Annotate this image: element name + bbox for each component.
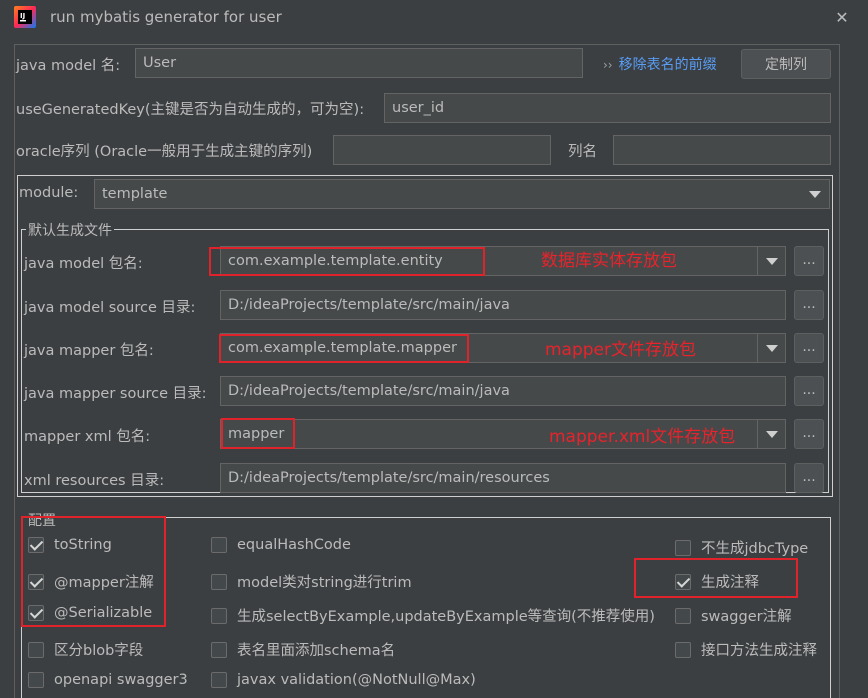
- checkbox-box: [211, 641, 227, 658]
- java-model-name-label: java model 名:: [16, 58, 121, 74]
- intellij-app-icon: IJ: [14, 6, 36, 28]
- note-entity-package: 数据库实体存放包: [541, 251, 677, 271]
- window-title: run mybatis generator for user: [50, 8, 282, 26]
- mapper-annotation-checkbox[interactable]: @mapper注解: [28, 571, 154, 592]
- remove-prefix-link-text: 移除表名的前缀: [618, 57, 717, 73]
- checkbox-box: [28, 672, 44, 688]
- checkbox-box: [675, 641, 691, 658]
- use-generated-key-input[interactable]: user_id: [384, 93, 831, 123]
- java-mapper-package-label: java mapper 包名:: [24, 343, 154, 359]
- interface-comments-checkbox[interactable]: 接口方法生成注释: [675, 639, 817, 660]
- note-mapper-xml-package: mapper.xml文件存放包: [549, 427, 736, 447]
- java-model-package-select[interactable]: com.example.template.entity: [220, 246, 786, 276]
- checkbox-box: [675, 573, 691, 590]
- select-by-example-checkbox[interactable]: 生成selectByExample,updateByExample等查询(不推荐…: [211, 605, 655, 626]
- tostring-label: toString: [54, 537, 112, 553]
- checkbox-box: [211, 573, 227, 590]
- java-model-package-label: java model 包名:: [24, 256, 143, 272]
- java-model-source-input[interactable]: D:/ideaProjects/template/src/main/java: [220, 290, 786, 320]
- chevron-down-icon: [765, 430, 778, 438]
- note-mapper-package: mapper文件存放包: [545, 340, 697, 360]
- module-select-arrow[interactable]: [801, 180, 829, 208]
- schema-name-label: 表名里面添加schema名: [237, 643, 396, 659]
- no-jdbctype-checkbox[interactable]: 不生成jdbcType: [675, 537, 808, 558]
- module-label: module:: [19, 185, 79, 201]
- chevron-down-icon: [765, 344, 778, 352]
- java-mapper-source-browse-button[interactable]: ...: [794, 376, 824, 406]
- remove-table-prefix-link[interactable]: ›› 移除表名的前缀: [603, 54, 717, 74]
- java-model-package-value: com.example.template.entity: [228, 253, 443, 269]
- java-mapper-source-label: java mapper source 目录:: [24, 386, 207, 402]
- java-mapper-package-arrow[interactable]: [757, 334, 785, 362]
- xml-resources-label: xml resources 目录:: [24, 473, 165, 489]
- swagger-annotation-checkbox[interactable]: swagger注解: [675, 605, 792, 626]
- equalhashcode-label: equalHashCode: [237, 537, 351, 553]
- checkbox-box: [211, 672, 227, 688]
- string-trim-checkbox[interactable]: model类对string进行trim: [211, 571, 412, 592]
- column-name-label: 列名: [568, 144, 597, 160]
- mapper-annotation-label: @mapper注解: [54, 575, 154, 591]
- chevron-down-icon: [765, 257, 778, 265]
- column-name-input[interactable]: [613, 135, 831, 165]
- checkbox-box: [211, 537, 227, 553]
- checkbox-box: [28, 641, 44, 658]
- java-mapper-package-select[interactable]: com.example.template.mapper: [220, 333, 786, 363]
- java-model-source-label: java model source 目录:: [24, 300, 196, 316]
- java-model-package-browse-button[interactable]: ...: [794, 246, 824, 276]
- java-mapper-package-browse-button[interactable]: ...: [794, 333, 824, 363]
- interface-comments-label: 接口方法生成注释: [701, 643, 817, 659]
- chevron-down-icon: [809, 190, 821, 198]
- close-icon[interactable]: ✕: [832, 8, 852, 28]
- generate-comments-checkbox[interactable]: 生成注释: [675, 571, 759, 592]
- openapi-swagger3-label: openapi swagger3: [54, 672, 188, 688]
- schema-name-checkbox[interactable]: 表名里面添加schema名: [211, 639, 395, 660]
- double-chevron-right-icon: ››: [603, 58, 613, 72]
- openapi-swagger3-checkbox[interactable]: openapi swagger3: [28, 672, 188, 688]
- checkbox-box: [211, 607, 227, 624]
- checkbox-box: [28, 605, 44, 621]
- use-generated-key-label: useGeneratedKey(主键是否为自动生成的，可为空):: [16, 102, 365, 118]
- blob-field-checkbox[interactable]: 区分blob字段: [28, 639, 143, 660]
- module-select[interactable]: template: [94, 179, 830, 209]
- serializable-checkbox[interactable]: @Serializable: [28, 605, 152, 621]
- mapper-xml-package-label: mapper xml 包名:: [24, 429, 151, 445]
- svg-text:IJ: IJ: [20, 12, 25, 20]
- default-files-group-title: 默认生成文件: [26, 220, 114, 240]
- module-select-value: template: [102, 186, 168, 202]
- mapper-xml-package-arrow[interactable]: [757, 420, 785, 448]
- javax-validation-checkbox[interactable]: javax validation(@NotNull@Max): [211, 672, 476, 688]
- java-mapper-source-input[interactable]: D:/ideaProjects/template/src/main/java: [220, 376, 786, 406]
- java-mapper-package-value: com.example.template.mapper: [228, 340, 457, 356]
- string-trim-label: model类对string进行trim: [237, 575, 412, 591]
- title-bar: IJ run mybatis generator for user ✕: [0, 0, 868, 36]
- oracle-sequence-input[interactable]: [333, 135, 551, 165]
- customize-columns-button[interactable]: 定制列: [741, 49, 831, 79]
- xml-resources-browse-button[interactable]: ...: [794, 463, 824, 493]
- select-by-example-label: 生成selectByExample,updateByExample等查询(不推荐…: [237, 609, 655, 625]
- mapper-xml-package-browse-button[interactable]: ...: [794, 419, 824, 449]
- serializable-label: @Serializable: [54, 605, 153, 621]
- mapper-xml-package-value: mapper: [228, 426, 285, 442]
- java-model-name-input[interactable]: User: [135, 48, 583, 78]
- xml-resources-input[interactable]: D:/ideaProjects/template/src/main/resour…: [220, 463, 786, 493]
- swagger-annotation-label: swagger注解: [701, 609, 792, 625]
- no-jdbctype-label: 不生成jdbcType: [701, 541, 809, 557]
- equalhashcode-checkbox[interactable]: equalHashCode: [211, 537, 351, 553]
- checkbox-box: [675, 539, 691, 556]
- oracle-sequence-label: oracle序列 (Oracle一般用于生成主键的序列): [16, 144, 313, 160]
- java-model-package-arrow[interactable]: [757, 247, 785, 275]
- tostring-checkbox[interactable]: toString: [28, 537, 112, 553]
- config-group-title: 配置: [26, 510, 58, 530]
- checkbox-box: [675, 607, 691, 624]
- checkbox-box: [28, 573, 44, 590]
- generate-comments-label: 生成注释: [701, 575, 759, 591]
- java-model-source-browse-button[interactable]: ...: [794, 290, 824, 320]
- javax-validation-label: javax validation(@NotNull@Max): [237, 672, 476, 688]
- blob-field-label: 区分blob字段: [54, 643, 144, 659]
- checkbox-box: [28, 537, 44, 553]
